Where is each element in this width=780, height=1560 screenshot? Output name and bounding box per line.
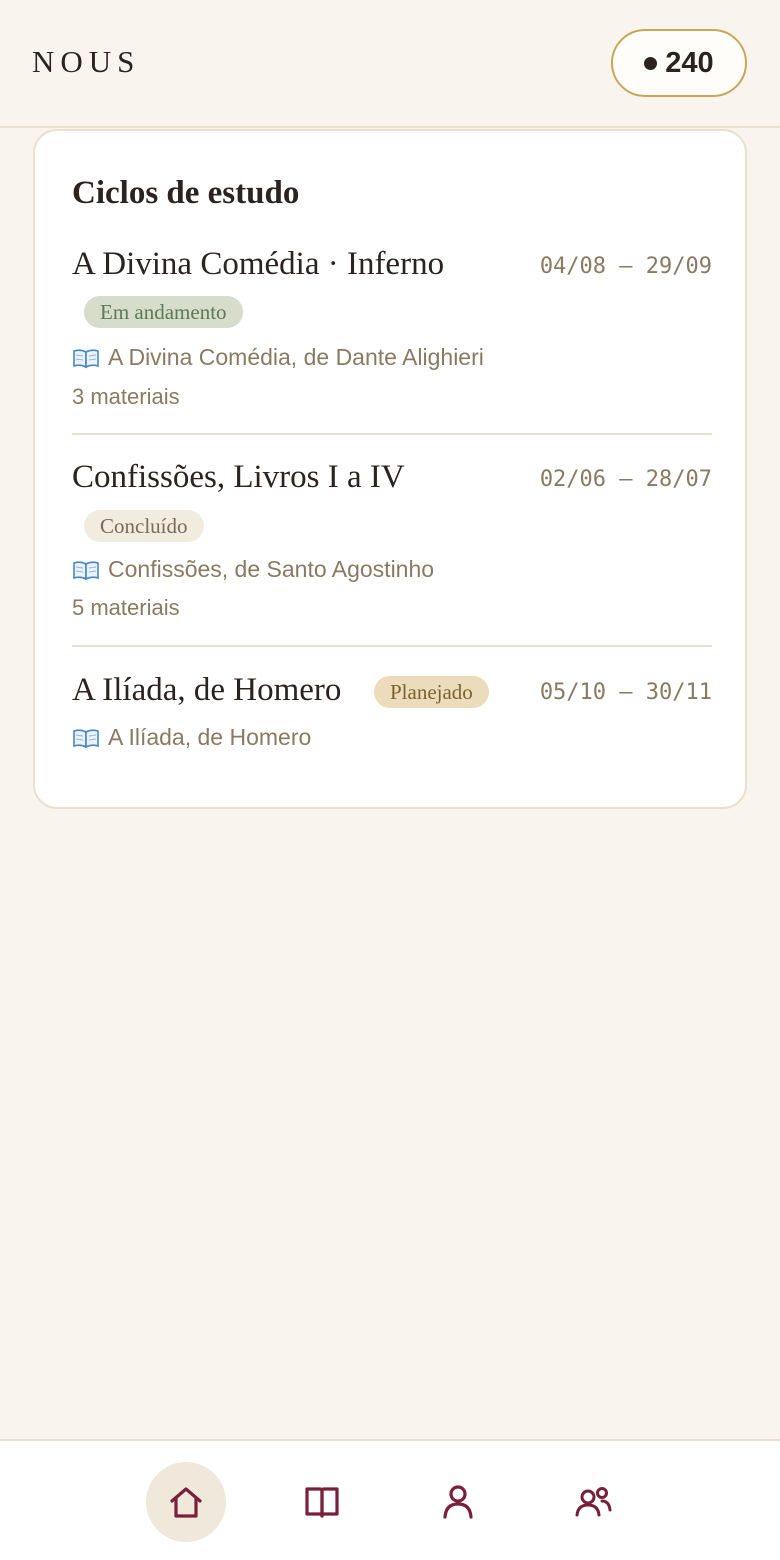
bottom-nav <box>0 1439 780 1560</box>
cycle-source: Confissões, de Santo Agostinho <box>72 556 434 583</box>
cycle-source-text: Confissões, de Santo Agostinho <box>108 556 435 582</box>
user-icon <box>443 1485 473 1519</box>
divider <box>72 433 712 435</box>
status-badge: Em andamento <box>84 296 243 328</box>
cycle-source-text: A Divina Comédia, de Dante Alighieri <box>108 344 484 370</box>
points-dot-icon <box>644 56 658 70</box>
cycle-item[interactable]: A Divina Comédia · Inferno 04/08 – 29/09… <box>72 246 712 416</box>
card-title: Ciclos de estudo <box>72 175 300 211</box>
users-icon <box>575 1487 612 1517</box>
cycle-dates: 05/10 – 30/11 <box>539 680 712 705</box>
book-icon <box>73 560 99 580</box>
nav-profile-button[interactable] <box>418 1462 498 1542</box>
divider <box>72 645 712 647</box>
cycle-item[interactable]: A Ilíada, de Homero 05/10 – 30/11 Planej… <box>72 672 712 762</box>
status-badge: Concluído <box>84 510 204 542</box>
study-cycles-card: Ciclos de estudo A Divina Comédia · Infe… <box>33 129 747 809</box>
cycle-dates: 04/08 – 29/09 <box>539 254 712 279</box>
cycle-materials: 5 materiais <box>72 595 180 620</box>
cycle-dates: 02/06 – 28/07 <box>539 467 712 492</box>
nav-library-button[interactable] <box>282 1462 362 1542</box>
app-header: NOUS 240 <box>0 0 780 128</box>
nav-community-button[interactable] <box>553 1462 633 1542</box>
cycle-item[interactable]: Confissões, Livros I a IV 02/06 – 28/07 … <box>72 459 712 629</box>
cycle-materials: 3 materiais <box>72 384 180 409</box>
cycle-source-text: A Ilíada, de Homero <box>108 724 312 750</box>
book-icon <box>73 348 99 368</box>
cycle-name: A Ilíada, de Homero <box>72 672 342 708</box>
cycle-source: A Divina Comédia, de Dante Alighieri <box>72 344 484 371</box>
points-value: 240 <box>665 46 714 79</box>
book-open-icon <box>305 1487 339 1518</box>
cycle-source: A Ilíada, de Homero <box>72 724 311 751</box>
cycle-name: A Divina Comédia · Inferno <box>72 246 445 282</box>
status-badge: Planejado <box>374 676 489 708</box>
app-logo: NOUS <box>32 44 141 79</box>
book-icon <box>73 728 99 748</box>
cycle-name: Confissões, Livros I a IV <box>72 459 405 495</box>
home-icon <box>170 1487 202 1518</box>
nav-home-button[interactable] <box>146 1462 226 1542</box>
points-badge[interactable]: 240 <box>611 29 747 97</box>
